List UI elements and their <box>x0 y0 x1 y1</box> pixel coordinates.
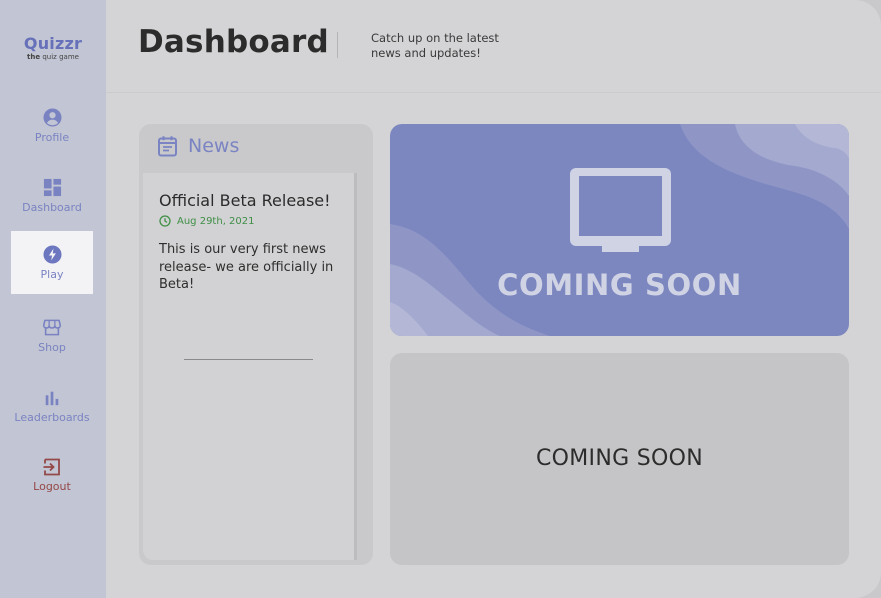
news-item-date-text: Aug 29th, 2021 <box>177 215 255 227</box>
sidebar-item-label: Logout <box>33 479 71 493</box>
sidebar-item-label: Shop <box>38 340 66 354</box>
page-title: Dashboard <box>138 24 329 60</box>
header-divider <box>337 32 338 58</box>
grid-icon <box>42 178 62 198</box>
news-item-body: This is our very first news release- we … <box>159 242 334 292</box>
bar-chart-icon <box>42 388 62 408</box>
clock-icon <box>159 215 171 227</box>
app-frame: Quizzr the quiz game Profile Dashboard P… <box>0 0 881 598</box>
sidebar-item-leaderboards[interactable]: Leaderboards <box>11 374 93 437</box>
sidebar: Quizzr the quiz game Profile Dashboard P… <box>0 0 106 598</box>
sidebar-item-play[interactable]: Play <box>11 231 93 294</box>
calendar-note-icon <box>157 135 179 157</box>
store-icon <box>42 318 62 338</box>
news-item-date: Aug 29th, 2021 <box>159 215 255 227</box>
sidebar-item-label: Profile <box>34 130 70 144</box>
coming-soon-card: COMING SOON <box>390 353 849 565</box>
monitor-icon <box>570 168 671 252</box>
news-heading: News <box>157 135 239 157</box>
page-subtitle: Catch up on the latest news and updates! <box>371 31 499 60</box>
sidebar-item-label: Leaderboards <box>14 410 90 424</box>
sidebar-item-logout[interactable]: Logout <box>11 443 93 506</box>
news-list: Official Beta Release! Aug 29th, 2021 Th… <box>143 173 356 560</box>
header-divider-line <box>106 92 881 93</box>
sidebar-item-label: Dashboard <box>22 200 82 214</box>
banner-title: COMING SOON <box>497 268 742 302</box>
news-heading-label: News <box>188 135 240 157</box>
logo[interactable]: Quizzr the quiz game <box>0 36 106 62</box>
sidebar-item-profile[interactable]: Profile <box>11 94 93 157</box>
user-circle-icon <box>42 108 62 128</box>
sidebar-item-label: Play <box>40 267 64 281</box>
news-scrollbar[interactable] <box>354 173 357 560</box>
logout-icon <box>42 457 62 477</box>
lightning-icon <box>42 245 62 265</box>
logo-tagline: the quiz game <box>27 53 79 61</box>
sidebar-item-dashboard[interactable]: Dashboard <box>11 164 93 227</box>
coming-soon-banner: COMING SOON <box>390 124 849 336</box>
news-item-title[interactable]: Official Beta Release! <box>159 191 331 210</box>
logo-title: Quizzr <box>23 34 83 53</box>
news-card: News Official Beta Release! Aug 29th, 20… <box>139 124 373 565</box>
sidebar-item-shop[interactable]: Shop <box>11 304 93 367</box>
news-item-divider <box>184 359 313 360</box>
card-title: COMING SOON <box>535 446 703 471</box>
